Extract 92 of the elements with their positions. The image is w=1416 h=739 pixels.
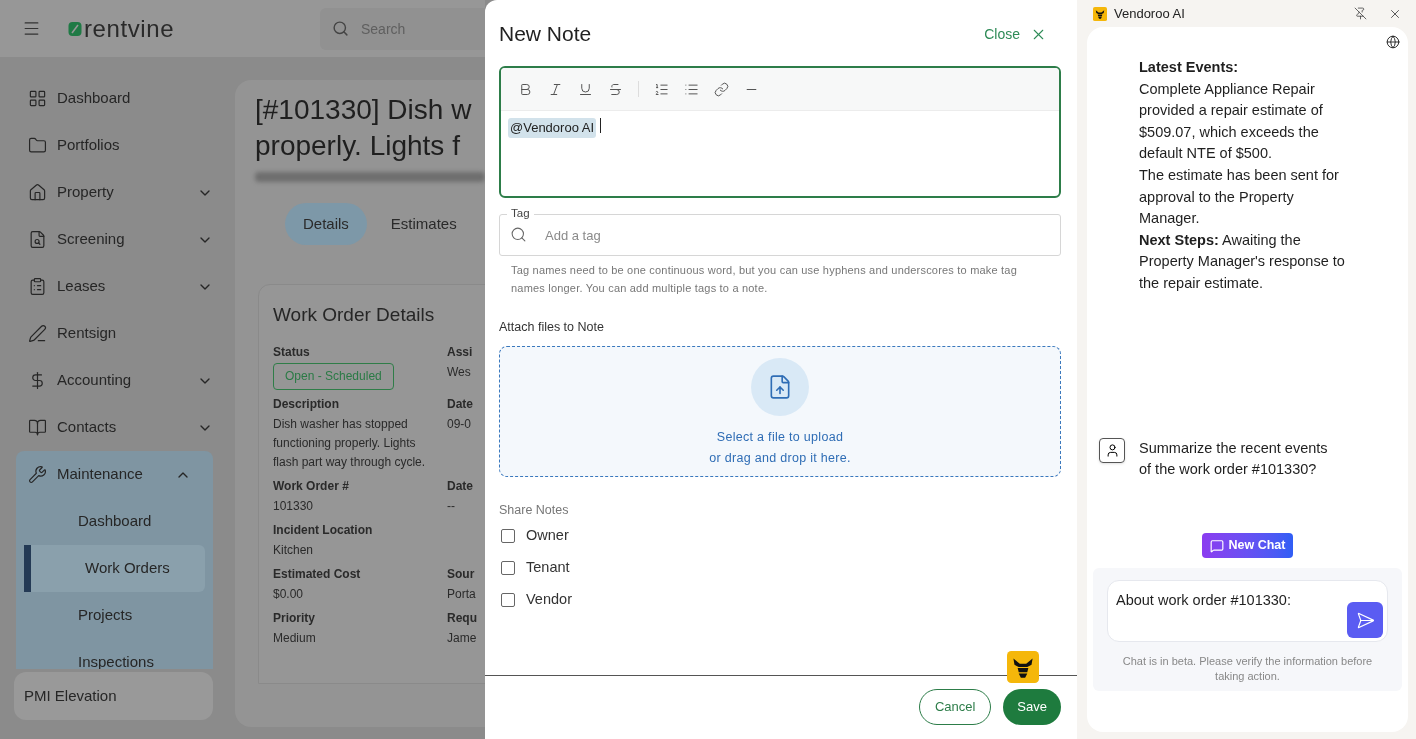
- field-value: Jame: [447, 629, 477, 647]
- field-value: Wes: [447, 363, 471, 381]
- field-label: Description: [273, 395, 339, 413]
- field-label: Date: [447, 477, 473, 495]
- clipboard-icon: [28, 277, 47, 296]
- bold-icon[interactable]: [518, 81, 533, 97]
- field-label: Estimated Cost: [273, 565, 361, 583]
- field-value: Kitchen: [273, 541, 315, 559]
- leaf-logo-icon: [68, 20, 82, 37]
- field-label: Assi: [447, 343, 473, 361]
- tab[interactable]: Details: [285, 203, 367, 245]
- sidebar-item[interactable]: Contacts: [0, 404, 235, 451]
- bee-logo-icon: [1093, 6, 1107, 21]
- section-label: Share Notes: [499, 501, 570, 519]
- sidebar-subitem[interactable]: Projects: [24, 592, 205, 639]
- sidebar-item[interactable]: Rentsign: [0, 310, 235, 357]
- save-button[interactable]: Save: [1003, 689, 1061, 725]
- card-title: Work Order Details: [273, 303, 436, 327]
- user-avatar-icon: [1099, 437, 1125, 463]
- signature-icon: [28, 324, 47, 343]
- user-message: Summarize the recent events of the work order #101330?: [1139, 438, 1329, 480]
- sidebar-item[interactable]: Accounting: [0, 357, 235, 404]
- cancel-button[interactable]: Cancel: [918, 689, 992, 725]
- unpin-icon[interactable]: [1354, 7, 1367, 20]
- sidebar-item[interactable]: Dashboard: [0, 75, 235, 122]
- page-title: [#101330] Dish w properly. Lights f: [255, 93, 473, 163]
- app-logo[interactable]: rentvine: [84, 16, 175, 41]
- numbered-list-icon[interactable]: [654, 81, 669, 97]
- field-value: 101330: [273, 497, 315, 515]
- field-label: Priority: [273, 609, 315, 627]
- upload-hint: Select a file to upload: [716, 428, 844, 446]
- sidebar-item[interactable]: Portfolios: [0, 122, 235, 169]
- send-icon: [1355, 610, 1375, 630]
- field-value: 09-0: [447, 415, 472, 433]
- checkbox[interactable]: [501, 528, 515, 543]
- mention-chip: @Vendoroo AI: [508, 118, 597, 138]
- sidebar-item[interactable]: Leases: [0, 263, 235, 310]
- grid-icon: [28, 89, 47, 108]
- share-option[interactable]: Tenant: [499, 551, 589, 584]
- field-value: Medium: [273, 629, 317, 647]
- tab[interactable]: Estimates: [372, 203, 475, 245]
- panel-title: Vendoroo AI: [1114, 4, 1186, 23]
- sidebar-subitem[interactable]: Dashboard: [24, 498, 205, 545]
- sidebar-item[interactable]: Maintenance: [16, 451, 213, 498]
- share-option[interactable]: Owner: [499, 519, 589, 552]
- folder-icon: [28, 136, 47, 155]
- editor-box[interactable]: @Vendoroo AI: [499, 66, 1061, 198]
- dialog-title: New Note: [499, 21, 593, 48]
- field-value: Dish washer has stopped functioning properly. Lights flash part way through cycle.: [273, 415, 427, 471]
- section-label: Attach files to Note: [499, 319, 605, 336]
- link-icon[interactable]: [714, 81, 729, 97]
- search-icon: [510, 226, 527, 243]
- sidebar-subitem[interactable]: Work Orders: [24, 545, 205, 592]
- sidebar-item[interactable]: Screening: [0, 216, 235, 263]
- upload-hint: or drag and drop it here.: [709, 449, 851, 467]
- message-input[interactable]: About work order #101330:: [1107, 580, 1388, 642]
- underline-icon[interactable]: [578, 81, 593, 97]
- field-label: Work Order #: [273, 477, 349, 495]
- italic-icon[interactable]: [548, 81, 563, 97]
- globe-icon[interactable]: [1386, 35, 1400, 49]
- field-value: $0.00: [273, 585, 305, 603]
- share-option[interactable]: Vendor: [499, 583, 589, 616]
- field-value: Porta: [447, 585, 476, 603]
- field-label: Date: [447, 395, 473, 413]
- document-search-icon: [28, 230, 47, 249]
- house-icon: [28, 183, 47, 202]
- bullet-list-icon[interactable]: [684, 81, 699, 97]
- field-label: Tag: [507, 208, 534, 220]
- field-label: Status: [273, 343, 310, 361]
- field-label: Requ: [447, 609, 477, 627]
- checkbox[interactable]: [501, 560, 515, 575]
- chat-bubble-icon: [1209, 538, 1224, 553]
- tag-hint: Tag names need to be one continuous word, but you can use hyphens and underscores to make tag names longer. You can add multiple tags to a note.: [510, 263, 1018, 296]
- field-value: --: [447, 497, 455, 515]
- menu-icon[interactable]: [22, 19, 41, 38]
- send-button[interactable]: [1347, 602, 1383, 638]
- sidebar-item[interactable]: Property: [0, 169, 235, 216]
- field-label: Incident Location: [273, 521, 373, 539]
- search-icon: [332, 19, 349, 37]
- strikethrough-icon[interactable]: [608, 81, 623, 97]
- checkbox[interactable]: [501, 592, 515, 607]
- close-button[interactable]: Close: [984, 23, 1047, 45]
- workspace-card[interactable]: PMI Elevation: [14, 672, 213, 720]
- assistant-message: Latest Events: Complete Appliance Repair provided a repair estimate of $509.07, which exceeds the default NTE of $500. The estimate has been sent for approval to the Property Manager. Next Steps: Awaiting the Property Manager's response to the repair estimate.: [1138, 58, 1345, 293]
- file-dropzone[interactable]: Select a file to upload or drag and drop it here.: [499, 345, 1061, 477]
- field-label: Sour: [447, 565, 475, 583]
- new-chat-button[interactable]: New Chat: [1201, 533, 1294, 558]
- book-icon: [28, 418, 47, 437]
- bee-logo-icon: [1007, 651, 1039, 683]
- status-badge: Open - Scheduled: [273, 362, 394, 390]
- disclaimer: Chat is in beta. Please verify the information before taking action.: [1121, 654, 1374, 684]
- wrench-icon: [28, 465, 47, 484]
